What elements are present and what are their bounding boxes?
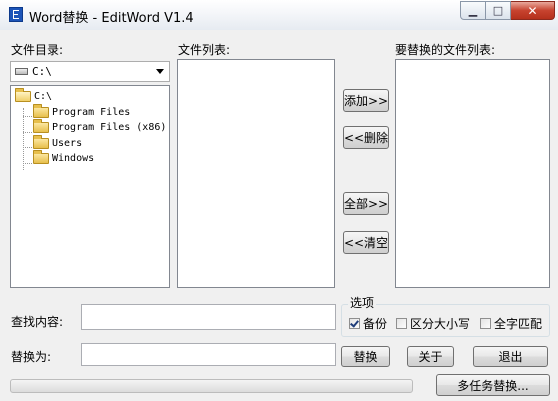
tree-item-label: Program Files (52, 106, 131, 118)
replace-button[interactable]: 替换 (341, 346, 390, 367)
case-sensitive-checkbox-label: 区分大小写 (410, 317, 471, 331)
progress-bar (10, 379, 413, 393)
app-icon[interactable] (9, 7, 23, 22)
open-folder-icon (15, 88, 31, 103)
close-button[interactable]: ✕ (511, 1, 555, 20)
add-button[interactable]: 添加>> (343, 89, 389, 112)
window-controls: ▁ □ ✕ (460, 1, 555, 21)
tree-item-label: C:\ (34, 91, 53, 103)
minimize-icon: ▁ (468, 4, 478, 17)
drive-select-value: C:\ (32, 65, 52, 78)
drive-icon (15, 68, 28, 75)
tree-item-program-files[interactable]: Program Files (11, 103, 169, 121)
folder-icon (33, 119, 49, 134)
multi-task-replace-button[interactable]: 多任务替换... (436, 374, 550, 396)
options-group-title: 选项 (348, 294, 377, 311)
replace-file-list[interactable] (395, 59, 550, 288)
chevron-down-icon[interactable] (156, 69, 164, 74)
directory-tree[interactable]: C:\ Program Files Program Files (x86) Us… (10, 85, 170, 288)
backup-checkbox[interactable]: 备份 (349, 315, 387, 332)
replace-input[interactable] (81, 343, 336, 366)
file-directory-label: 文件目录: (11, 43, 64, 57)
tree-item-users[interactable]: Users (11, 134, 169, 152)
maximize-button[interactable]: □ (486, 1, 511, 20)
window-title: Word替换 - EditWord V1.4 (29, 11, 194, 26)
maximize-icon: □ (492, 4, 504, 17)
folder-icon (33, 103, 49, 118)
tree-item-label: Windows (52, 153, 95, 165)
tree-item-label: Users (52, 137, 83, 149)
close-icon: ✕ (527, 3, 538, 18)
add-all-button[interactable]: 全部>> (343, 192, 389, 215)
drive-select[interactable]: C:\ (10, 61, 170, 82)
whole-word-checkbox-label: 全字匹配 (494, 317, 543, 331)
checkbox-icon[interactable] (480, 318, 491, 329)
replace-file-list-label: 要替换的文件列表: (395, 43, 496, 57)
find-label: 查找内容: (11, 315, 64, 329)
find-input[interactable] (81, 304, 336, 330)
tree-item-windows[interactable]: Windows (11, 150, 169, 167)
about-button[interactable]: 关于 (407, 346, 454, 367)
tree-item-root[interactable]: C:\ (11, 88, 169, 105)
checkbox-icon[interactable] (396, 318, 407, 329)
case-sensitive-checkbox[interactable]: 区分大小写 (396, 315, 470, 332)
tree-item-program-files-x86[interactable]: Program Files (x86) (11, 119, 169, 136)
checkbox-checked-icon[interactable] (349, 318, 360, 329)
minimize-button[interactable]: ▁ (460, 1, 486, 20)
clear-button[interactable]: <<清空 (343, 231, 389, 254)
title-bar[interactable]: Word替换 - EditWord V1.4 ▁ □ ✕ (0, 0, 558, 30)
file-list-label: 文件列表: (178, 43, 231, 57)
folder-icon (33, 134, 49, 149)
replace-with-label: 替换为: (11, 350, 52, 364)
whole-word-checkbox[interactable]: 全字匹配 (480, 315, 542, 332)
backup-checkbox-label: 备份 (363, 317, 388, 331)
exit-button[interactable]: 退出 (473, 346, 548, 367)
file-list[interactable] (177, 59, 335, 288)
delete-button[interactable]: <<删除 (343, 126, 389, 149)
folder-icon (33, 150, 49, 165)
tree-item-label: Program Files (x86) (52, 122, 167, 134)
